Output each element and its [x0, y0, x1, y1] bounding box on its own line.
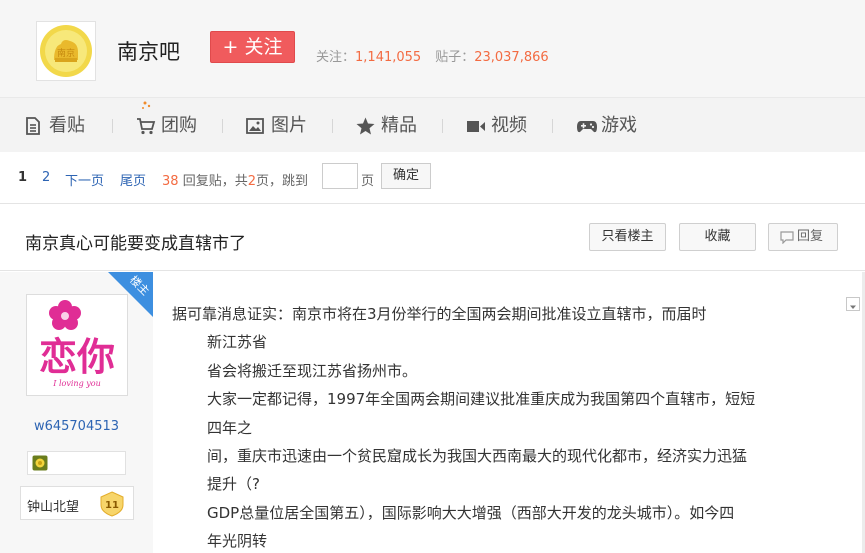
avatar-text: 恋你 [39, 335, 115, 379]
reply-button[interactable]: 回复 [768, 223, 838, 251]
pagination-bar: 1 2 下一页 尾页 38 回复贴，共2页，跳到 页 [0, 152, 865, 202]
avatar-subtext: I loving you [52, 379, 100, 388]
reply-summary: 38 回复贴，共2页，跳到 [162, 170, 308, 189]
level-name: 钟山北望 [27, 500, 80, 515]
nav-label: 精品 [381, 115, 417, 136]
reply-label: 回复贴，共 [182, 174, 248, 189]
jump-page-input[interactable] [322, 163, 358, 189]
level-badge: 11 [100, 491, 124, 517]
thread-title: 南京真心可能要变成直辖市了 [25, 234, 246, 254]
cart-icon [137, 118, 156, 135]
forum-name[interactable]: 南京吧 [117, 36, 180, 66]
document-icon [26, 117, 40, 135]
page-unit: 页 [361, 174, 375, 189]
post-line: 年光阴转 [207, 532, 268, 551]
post-line: 据可靠消息证实：南京市将在3月份举行的全国两会期间批准设立直辖市，而届时 [172, 305, 707, 323]
level-number: 11 [105, 500, 119, 511]
post-line: 省会将搬迁至现江苏省扬州市。 [207, 361, 418, 380]
thread-title-bar: 南京真心可能要变成直辖市了 只看楼主 收藏 回复 [0, 203, 865, 271]
avatar-image: 恋你 I loving you [27, 295, 127, 395]
nav-label: 游戏 [601, 115, 637, 136]
emblem-icon: 南京 [40, 25, 92, 77]
gamepad-icon [577, 121, 597, 133]
post-line: 大家一定都记得，1997年全国两会期间建议批准重庆成为我国第四个直辖市，短短 [207, 390, 756, 409]
total-pages: 2 [247, 174, 256, 189]
forum-nav: 看贴 团购 图片 精品 视频 游戏 [0, 97, 865, 152]
video-icon [467, 121, 485, 132]
author-username[interactable]: w645704513 [0, 419, 153, 434]
nav-label: 看贴 [49, 115, 85, 136]
next-page-link[interactable]: 下一页 [65, 170, 104, 189]
forum-stats: 关注：1,141,055 贴子：23,037,866 [316, 46, 549, 65]
nav-divider [222, 119, 223, 133]
avatar[interactable]: 恋你 I loving you [26, 294, 128, 396]
member-icon[interactable] [32, 455, 48, 471]
post-line: GDP总量位居全国第五），国际影响大大增强（西部大开发的龙头城市）。如今四 [207, 503, 735, 522]
follow-button[interactable]: + 关注 [210, 31, 295, 63]
image-icon [246, 118, 264, 134]
post-line: 新江苏省 [207, 333, 268, 352]
nav-label: 视频 [491, 115, 527, 136]
forum-logo[interactable]: 南京 [36, 21, 96, 81]
only-op-button[interactable]: 只看楼主 [589, 223, 666, 251]
post-content: 据可靠消息证实：南京市将在3月份举行的全国两会期间批准设立直辖市，而届时 新江苏… [172, 300, 842, 553]
comment-icon [780, 231, 794, 244]
last-page-link[interactable]: 尾页 [120, 170, 146, 189]
page-current: 1 [18, 170, 28, 185]
favorite-button[interactable]: 收藏 [679, 223, 756, 251]
page-2-link[interactable]: 2 [42, 170, 50, 185]
author-icon-row [27, 451, 126, 475]
nav-divider [442, 119, 443, 133]
jump-confirm-button[interactable]: 确定 [381, 163, 431, 189]
post-line: 提升（? [207, 475, 260, 494]
hot-sparkle-icon [142, 101, 151, 109]
nav-label: 团购 [161, 115, 197, 136]
follow-count-label: 关注： [316, 50, 356, 65]
author-level[interactable]: 钟山北望 11 [20, 486, 134, 520]
nav-label: 图片 [271, 115, 307, 136]
svg-text:南京: 南京 [57, 47, 75, 59]
reply-button-label: 回复 [796, 229, 823, 244]
nav-divider [112, 119, 113, 133]
post-count: 23,037,866 [474, 50, 549, 65]
post-line: 间，重庆市迅速由一个贫民窟成长为我国大西南最大的现代化都市，经济实力迅猛 [207, 446, 748, 465]
nav-divider [552, 119, 553, 133]
nav-divider [332, 119, 333, 133]
jump-label: 页，跳到 [255, 174, 308, 189]
post-count-label: 贴子： [435, 50, 475, 65]
reply-count: 38 [162, 174, 179, 189]
follow-count: 1,141,055 [355, 50, 422, 65]
forum-header: 南京 南京吧 + 关注 关注：1,141,055 贴子：23,037,866 [0, 0, 865, 97]
post-menu-toggle[interactable] [846, 297, 860, 311]
chevron-down-icon [850, 305, 856, 309]
star-icon [356, 117, 375, 135]
post-line: 四年之 [207, 418, 253, 437]
